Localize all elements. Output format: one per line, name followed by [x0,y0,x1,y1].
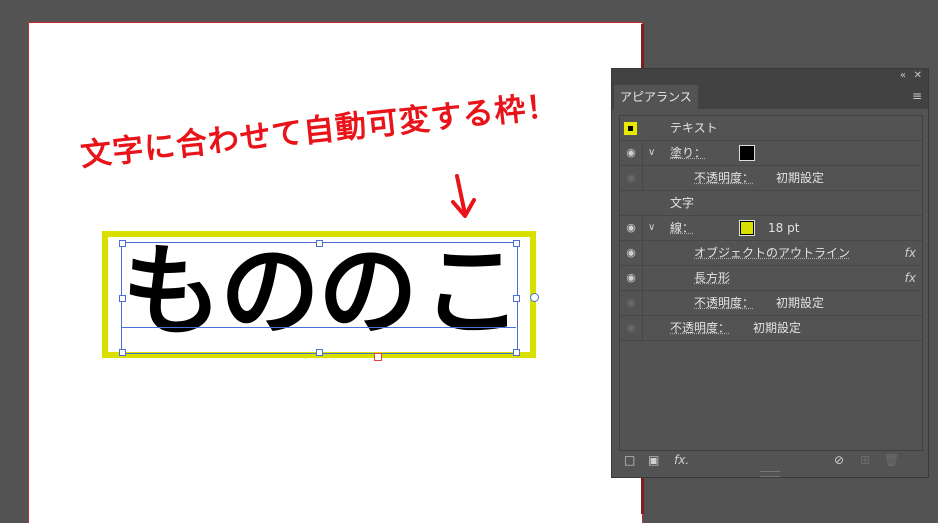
text-baseline [121,327,516,328]
chevron-down-icon[interactable]: ∨ [648,216,655,240]
collapse-icon[interactable]: « [900,70,906,81]
row-fill[interactable]: ◉ ∨ 塗り： [620,141,922,166]
eye-icon[interactable]: ◉ [620,291,643,315]
opacity-label[interactable]: 不透明度： [670,316,730,340]
stroke-label[interactable]: 線： [670,216,694,240]
fx-icon[interactable]: fx [905,266,916,290]
rectangle-label[interactable]: 長方形 [694,266,730,290]
clear-appearance-icon[interactable]: ⊘ [834,453,844,467]
row-object-opacity[interactable]: ◉ 不透明度： 初期設定 [620,316,922,341]
opacity-value: 初期設定 [753,321,802,335]
opacity-value: 初期設定 [776,171,825,185]
add-effect-icon[interactable]: fx. [674,453,689,467]
eye-icon[interactable]: ◉ [620,241,643,265]
duplicate-item-icon: ⊞ [860,453,871,467]
panel-titlebar[interactable]: « ✕ [612,69,928,83]
panel-menu-icon[interactable]: ≡ [912,89,922,103]
appearance-list: テキスト ◉ ∨ 塗り： ◉ 不透明度： 初期設定 文字 ◉ ∨ 線： 18 p… [619,115,923,451]
fill-label[interactable]: 塗り： [670,141,706,165]
opacity-label[interactable]: 不透明度： [694,166,754,190]
opacity-value: 初期設定 [776,296,825,310]
handle-top-right[interactable] [513,240,520,247]
row-rectangle[interactable]: ◉ 長方形 fx [620,266,922,291]
row-stroke[interactable]: ◉ ∨ 線： 18 pt [620,216,922,241]
fx-icon[interactable]: fx [905,241,916,265]
outline-object-label[interactable]: オブジェクトのアウトライン [694,241,850,265]
handle-bottom-left[interactable] [119,349,126,356]
text-thumbnail [623,121,638,136]
handle-top-center[interactable] [316,240,323,247]
text-thread-port[interactable] [530,293,539,302]
eye-icon[interactable]: ◉ [620,216,643,240]
opacity-label[interactable]: 不透明度： [694,291,754,315]
tab-appearance[interactable]: アピアランス [614,85,698,109]
handle-bottom-center[interactable] [316,349,323,356]
eye-icon[interactable]: ◉ [620,166,643,190]
add-fill-icon[interactable]: ▣ [648,453,659,467]
handle-bottom-right[interactable] [513,349,520,356]
row-stroke-opacity[interactable]: ◉ 不透明度： 初期設定 [620,291,922,316]
stroke-swatch[interactable] [739,220,755,236]
overset-indicator[interactable] [374,353,382,361]
fill-swatch[interactable] [739,145,755,161]
handle-middle-right[interactable] [513,295,520,302]
panel-footer: □ ▣ fx. ⊘ ⊞ 🗑 [612,449,928,471]
panel-resize-grip[interactable] [760,471,780,477]
add-stroke-icon[interactable]: □ [624,453,635,467]
row-fill-opacity[interactable]: ◉ 不透明度： 初期設定 [620,166,922,191]
handle-top-left[interactable] [119,240,126,247]
eye-icon[interactable]: ◉ [620,141,643,165]
arrow-icon [451,174,476,218]
close-icon[interactable]: ✕ [914,70,922,81]
handle-middle-left[interactable] [119,295,126,302]
appearance-panel: « ✕ アピアランス ≡ テキスト ◉ ∨ 塗り： ◉ 不透明度： 初期設定 文… [611,68,929,478]
row-characters[interactable]: 文字 [620,191,922,216]
eye-icon[interactable]: ◉ [620,316,643,340]
row-text-label: テキスト [670,121,718,135]
chevron-down-icon[interactable]: ∨ [648,141,655,165]
delete-item-icon: 🗑 [884,453,900,467]
eye-icon[interactable]: ◉ [620,266,643,290]
stroke-weight[interactable]: 18 pt [768,216,799,240]
characters-label: 文字 [670,196,695,210]
row-outline-object[interactable]: ◉ オブジェクトのアウトライン fx [620,241,922,266]
panel-tabbar: アピアランス ≡ [612,83,928,109]
selection-bounding-box[interactable] [121,242,518,354]
row-text[interactable]: テキスト [620,116,922,141]
